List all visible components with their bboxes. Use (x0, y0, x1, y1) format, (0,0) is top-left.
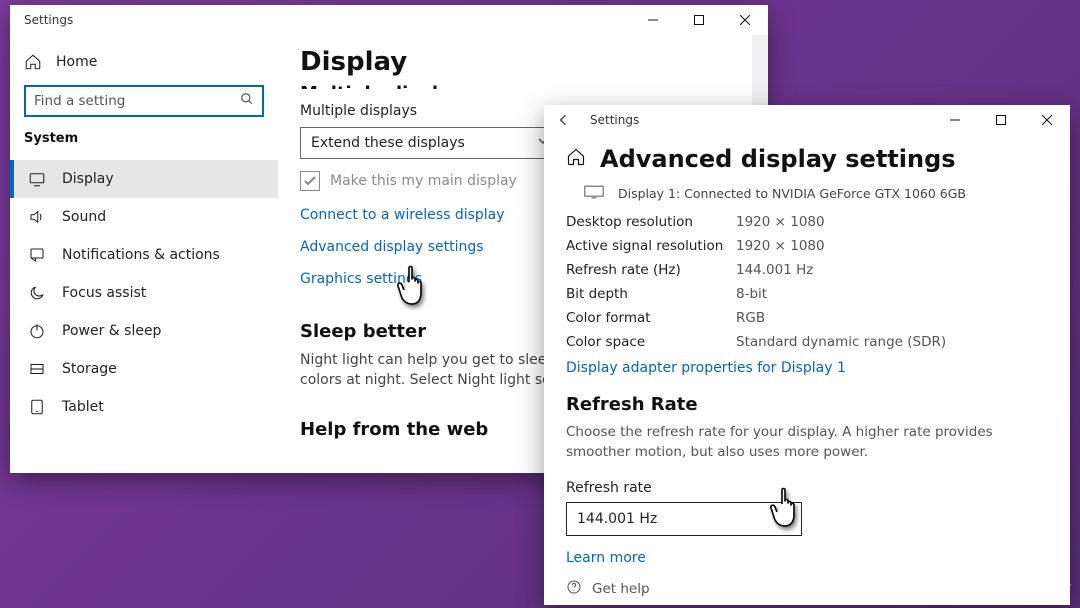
content-area: Advanced display settings Display 1: Con… (544, 135, 1070, 605)
nav-label: Focus assist (62, 285, 146, 301)
category-label: System (10, 131, 278, 156)
info-row: Desktop resolution1920 × 1080 (566, 214, 1048, 230)
tablet-icon (28, 398, 46, 416)
sidebar: Home Find a setting System Display Sound (10, 35, 278, 473)
info-row: Bit depth8-bit (566, 286, 1048, 302)
watermark: UGETFIX (969, 580, 1072, 604)
help-icon (566, 579, 582, 599)
page-title: Display (300, 47, 746, 77)
get-help-row[interactable]: Get help (566, 579, 650, 599)
window-title: Settings (24, 13, 73, 27)
sound-icon (28, 208, 46, 226)
close-button[interactable] (722, 5, 768, 35)
sidebar-item-home[interactable]: Home (10, 45, 278, 81)
home-label: Home (56, 54, 97, 70)
display-connection-text: Display 1: Connected to NVIDIA GeForce G… (618, 186, 966, 201)
nav-label: Sound (62, 209, 106, 225)
nav-label: Storage (62, 361, 117, 377)
info-row: Refresh rate (Hz)144.001 Hz (566, 262, 1048, 278)
refresh-rate-label: Refresh rate (566, 480, 1048, 496)
refresh-rate-description: Choose the refresh rate for your display… (566, 423, 1048, 462)
sidebar-item-storage[interactable]: Storage (10, 350, 278, 388)
notifications-icon (28, 246, 46, 264)
sidebar-item-tablet[interactable]: Tablet (10, 388, 278, 426)
search-placeholder: Find a setting (34, 93, 125, 109)
learn-more-link[interactable]: Learn more (566, 550, 1048, 566)
chevron-down-icon (779, 511, 791, 527)
window-controls (630, 5, 768, 35)
get-help-label: Get help (592, 581, 650, 597)
minimize-button[interactable] (932, 105, 978, 135)
main-display-checkbox[interactable] (300, 171, 320, 191)
titlebar: Settings (10, 5, 768, 35)
nav-label: Notifications & actions (62, 247, 220, 263)
info-row: Active signal resolution1920 × 1080 (566, 238, 1048, 254)
refresh-rate-dropdown[interactable]: 144.001 Hz (566, 502, 802, 536)
sidebar-item-notifications[interactable]: Notifications & actions (10, 236, 278, 274)
nav-label: Power & sleep (62, 323, 161, 339)
nav-label: Tablet (62, 399, 104, 415)
titlebar: Settings (544, 105, 1070, 135)
monitor-icon (28, 170, 46, 188)
minimize-button[interactable] (630, 5, 676, 35)
power-icon (28, 322, 46, 340)
sidebar-item-display[interactable]: Display (10, 160, 278, 198)
display-connection-row: Display 1: Connected to NVIDIA GeForce G… (584, 185, 1048, 202)
clipped-heading: Multiple displays (300, 83, 746, 89)
nav-list: Display Sound Notifications & actions Fo… (10, 156, 278, 426)
home-icon (24, 53, 42, 71)
moon-icon (28, 284, 46, 302)
page-title: Advanced display settings (600, 145, 956, 173)
refresh-rate-heading: Refresh Rate (566, 394, 1048, 415)
multi-displays-dropdown[interactable]: Extend these displays (300, 127, 560, 159)
info-row: Color formatRGB (566, 310, 1048, 326)
back-button[interactable] (556, 112, 572, 128)
sidebar-item-power-sleep[interactable]: Power & sleep (10, 312, 278, 350)
close-button[interactable] (1024, 105, 1070, 135)
sidebar-item-sound[interactable]: Sound (10, 198, 278, 236)
display-info-table: Desktop resolution1920 × 1080 Active sig… (566, 214, 1048, 350)
storage-icon (28, 360, 46, 378)
dropdown-value: Extend these displays (311, 135, 465, 151)
settings-window-advanced-display: Settings Advanced display settings (544, 105, 1070, 605)
search-input[interactable]: Find a setting (24, 85, 264, 117)
home-icon[interactable] (566, 147, 586, 171)
dropdown-value: 144.001 Hz (577, 511, 657, 527)
nav-label: Display (62, 171, 114, 187)
maximize-button[interactable] (676, 5, 722, 35)
window-controls (932, 105, 1070, 135)
search-icon (240, 92, 254, 110)
window-title: Settings (590, 113, 639, 127)
monitor-icon (584, 185, 604, 202)
main-display-label: Make this my main display (330, 173, 517, 189)
info-row: Color spaceStandard dynamic range (SDR) (566, 334, 1048, 350)
sidebar-item-focus-assist[interactable]: Focus assist (10, 274, 278, 312)
maximize-button[interactable] (978, 105, 1024, 135)
display-adapter-properties-link[interactable]: Display adapter properties for Display 1 (566, 360, 1048, 376)
